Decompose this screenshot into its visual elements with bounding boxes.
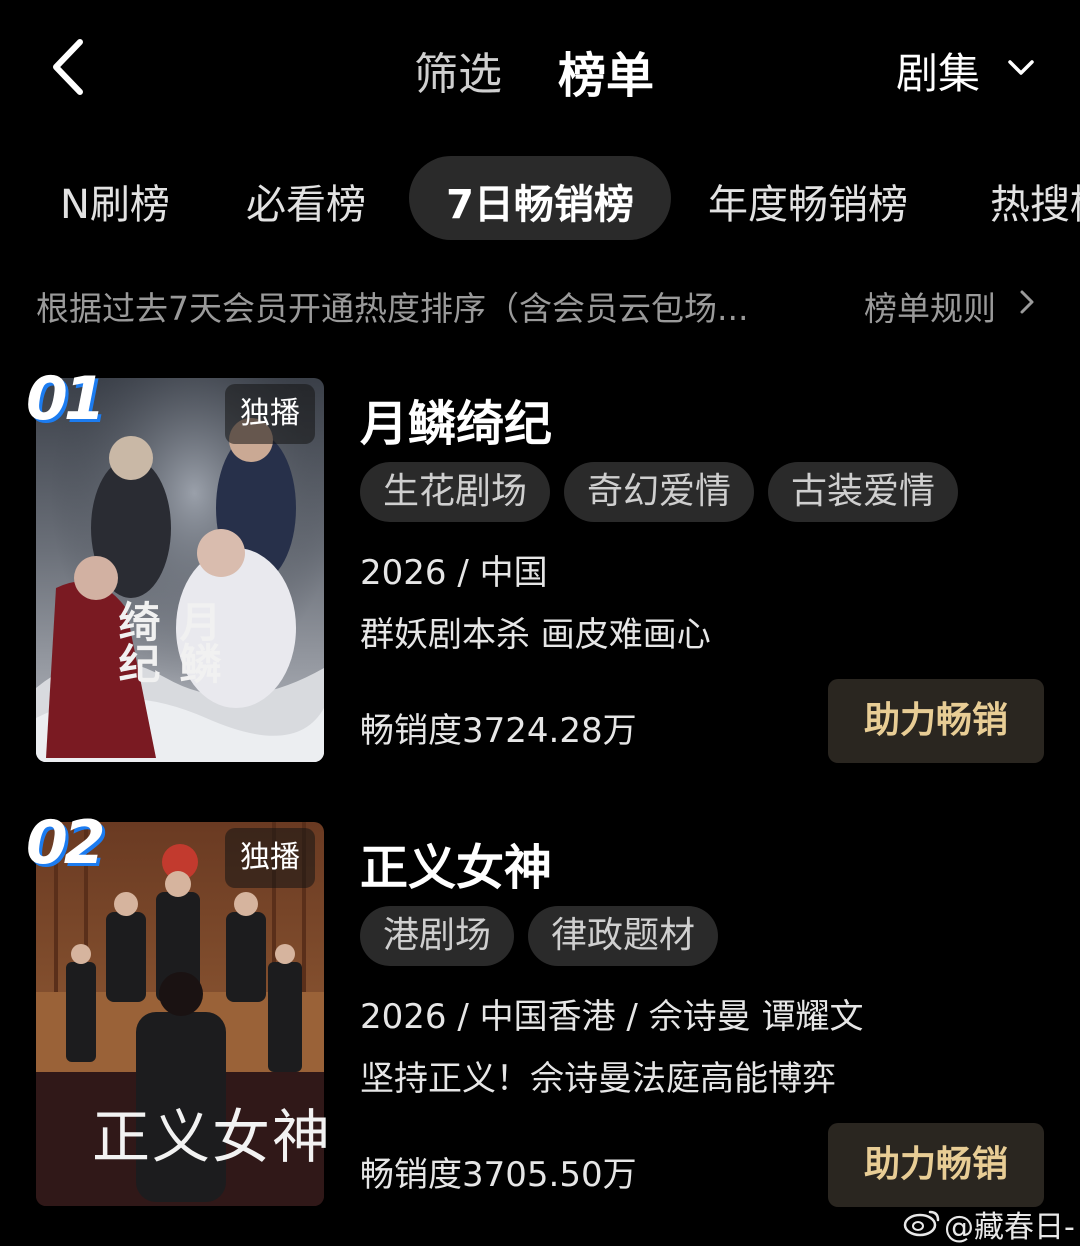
exclusive-badge: 独播	[225, 384, 315, 444]
year-region-cast: 2026 / 中国香港 / 佘诗曼 谭耀文	[360, 997, 864, 1037]
tab-annual-bestseller[interactable]: 年度畅销榜	[708, 172, 908, 230]
year-region: 2026 / 中国	[360, 553, 548, 593]
chevron-right-icon[interactable]	[1018, 289, 1036, 315]
tag[interactable]: 律政题材	[528, 906, 718, 966]
sales-score: 畅销度3705.50万	[360, 1155, 637, 1195]
exclusive-badge: 独播	[225, 828, 315, 888]
filter-tab[interactable]: 筛选	[414, 38, 502, 102]
sales-score: 畅销度3724.28万	[360, 711, 637, 751]
category-selector[interactable]: 剧集	[896, 40, 980, 101]
poster-title: 正义女神	[92, 1103, 333, 1171]
tab-7day-bestseller-label: 7日畅销榜	[446, 182, 634, 228]
tag[interactable]: 港剧场	[360, 906, 514, 966]
drama-title[interactable]: 月鳞绮纪	[360, 384, 552, 454]
chevron-left-icon	[53, 39, 83, 95]
boost-sales-button[interactable]: 助力畅销	[828, 1123, 1044, 1207]
tag[interactable]: 古装爱情	[768, 462, 958, 522]
chevron-down-icon[interactable]	[1006, 58, 1036, 78]
ranking-rules-link[interactable]: 榜单规则	[864, 282, 996, 330]
tag[interactable]: 生花剧场	[360, 462, 550, 522]
rank-number: 02	[26, 808, 105, 878]
tagline: 坚持正义！佘诗曼法庭高能博弈	[360, 1059, 836, 1099]
watermark-text: @藏春日-	[944, 1210, 1075, 1245]
tab-hot-search[interactable]: 热搜榜	[990, 172, 1080, 230]
weibo-icon	[902, 1206, 942, 1238]
ranking-description: 根据过去7天会员开通热度排序（含会员云包场...	[36, 289, 749, 328]
rank-number: 01	[26, 364, 105, 434]
drama-title[interactable]: 正义女神	[360, 828, 552, 898]
tag[interactable]: 奇幻爱情	[564, 462, 754, 522]
tagline: 群妖剧本杀 画皮难画心	[360, 615, 711, 655]
poster-title: 月鳞绮纪	[112, 600, 222, 684]
tab-n-rewatch[interactable]: N刷榜	[60, 172, 170, 230]
back-button[interactable]	[40, 32, 100, 102]
tab-must-watch[interactable]: 必看榜	[246, 172, 366, 230]
boost-sales-button[interactable]: 助力畅销	[828, 679, 1044, 763]
ranking-tab[interactable]: 榜单	[558, 36, 654, 106]
